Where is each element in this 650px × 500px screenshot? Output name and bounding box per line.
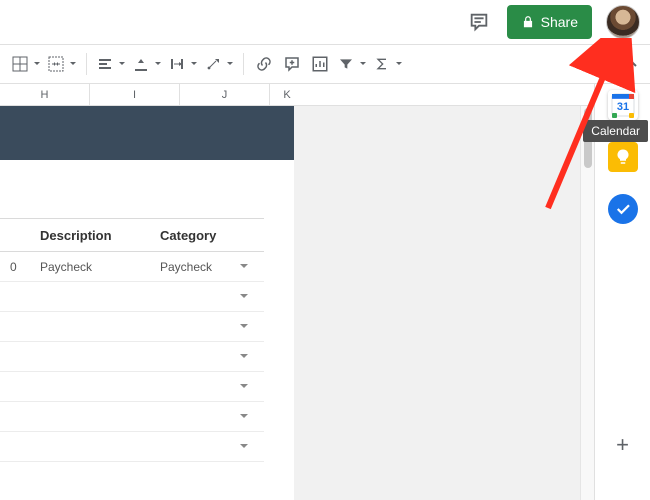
borders-icon [12,56,28,72]
valign-icon [133,56,149,72]
dropdown-arrow-icon[interactable] [240,324,248,332]
share-button[interactable]: Share [507,5,592,39]
side-panel: 31 Calendar + [594,84,650,500]
halign-button[interactable] [93,50,129,78]
add-addon-button[interactable]: + [608,430,638,460]
table-row[interactable] [0,402,264,432]
borders-button[interactable] [8,50,44,78]
svg-text:31: 31 [616,101,628,113]
table-header-category: Category [150,228,260,243]
top-bar: Share [0,0,650,44]
chart-icon [311,55,329,73]
format-toolbar [0,44,650,84]
comment-icon [468,11,490,33]
calendar-icon: 31 [610,92,636,118]
chart-button[interactable] [306,50,334,78]
table-row[interactable] [0,372,264,402]
toolbar-separator [243,53,244,75]
beyond-sheet-area [294,106,594,500]
vertical-scrollbar[interactable] [580,106,594,500]
keep-app-button[interactable] [608,142,638,172]
dropdown-arrow-icon[interactable] [240,414,248,422]
lock-icon [521,15,535,29]
spreadsheet-area[interactable]: H I J K Description Category 0PaycheckPa… [0,84,594,500]
column-header[interactable]: I [90,84,180,105]
comments-button[interactable] [465,8,493,36]
toolbar-collapse-button[interactable] [618,51,644,77]
row-description-cell[interactable]: Paycheck [30,260,150,274]
valign-button[interactable] [129,50,165,78]
functions-button[interactable] [370,50,406,78]
main-area: H I J K Description Category 0PaycheckPa… [0,84,650,500]
calendar-app-button[interactable]: 31 [608,90,638,120]
rotate-button[interactable] [201,50,237,78]
plus-icon: + [616,432,629,458]
tasks-app-button[interactable] [608,194,638,224]
table-header-description: Description [30,228,150,243]
dropdown-arrow-icon[interactable] [240,264,248,272]
dropdown-arrow-icon[interactable] [240,354,248,362]
account-avatar[interactable] [606,5,640,39]
column-header-row: H I J K [0,84,594,106]
keep-icon [614,148,632,166]
tasks-icon [614,200,632,218]
insert-comment-button[interactable] [278,50,306,78]
filter-icon [338,56,354,72]
row-left-cell: 0 [0,260,30,274]
merge-button[interactable] [44,50,80,78]
column-header[interactable]: K [270,84,304,105]
link-button[interactable] [250,50,278,78]
wrap-button[interactable] [165,50,201,78]
sheet-title-band [0,106,294,160]
table-row[interactable] [0,342,264,372]
sigma-icon [374,56,390,72]
table-row[interactable] [0,312,264,342]
table-row[interactable] [0,432,264,462]
calendar-tooltip: Calendar [583,120,648,142]
filter-button[interactable] [334,50,370,78]
wrap-icon [169,56,185,72]
merge-icon [48,56,64,72]
dropdown-arrow-icon[interactable] [240,294,248,302]
table-row[interactable]: 0PaycheckPaycheck [0,252,264,282]
insert-comment-icon [283,55,301,73]
dropdown-arrow-icon[interactable] [240,444,248,452]
halign-icon [97,56,113,72]
table-row[interactable] [0,282,264,312]
share-label: Share [541,14,578,30]
rotate-icon [205,56,221,72]
table-header-row: Description Category [0,218,264,252]
chevron-up-icon [623,56,639,72]
link-icon [255,55,273,73]
dropdown-arrow-icon[interactable] [240,384,248,392]
column-header[interactable]: J [180,84,270,105]
toolbar-separator [86,53,87,75]
column-header[interactable]: H [0,84,90,105]
